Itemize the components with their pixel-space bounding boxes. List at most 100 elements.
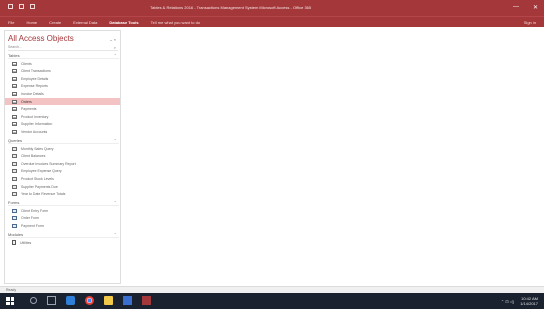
collapse-chevron-icon[interactable]: ⌃: [114, 138, 117, 143]
nav-item-label: Employee Expense Query: [21, 169, 62, 174]
query-icon: [12, 154, 17, 159]
windows-logo-icon: [6, 297, 10, 301]
save-icon[interactable]: [8, 4, 13, 9]
edge-icon[interactable]: [66, 296, 75, 305]
search-icon[interactable]: [30, 297, 37, 304]
nav-item[interactable]: Supplier Information: [5, 121, 120, 128]
table-icon: [12, 129, 17, 134]
search-icon[interactable]: ⌕: [114, 45, 116, 50]
nav-group-label: Modules: [8, 232, 24, 237]
nav-item[interactable]: Order Form: [5, 215, 120, 222]
chrome-icon[interactable]: [85, 296, 94, 305]
search-placeholder: Search...: [8, 45, 23, 49]
task-view-icon[interactable]: [47, 296, 56, 305]
collapse-chevron-icon[interactable]: ⌃: [114, 200, 117, 205]
nav-item[interactable]: Orders: [5, 98, 120, 105]
nav-item[interactable]: Employee Expense Query: [5, 168, 120, 175]
collapse-chevron-icon[interactable]: ⌃: [114, 53, 117, 58]
table-icon: [12, 61, 17, 66]
nav-item-label: Payment Form: [21, 223, 44, 228]
table-icon: [12, 114, 17, 119]
collapse-chevron-icon[interactable]: ⌃: [114, 232, 117, 237]
quick-access-toolbar: [8, 4, 35, 9]
taskbar: ⌃ ⊡ ◁) 10:42 AM 1/14/2017: [0, 293, 544, 309]
nav-item[interactable]: Payment Form: [5, 222, 120, 229]
nav-item[interactable]: Payments: [5, 106, 120, 113]
nav-item[interactable]: Product Stock Levels: [5, 175, 120, 182]
nav-item-label: Client Balances: [21, 154, 46, 159]
nav-item-label: Year to Date Revenue Totals: [21, 192, 66, 197]
file-explorer-icon[interactable]: [104, 296, 113, 305]
minimize-button[interactable]: —: [513, 4, 519, 11]
start-button[interactable]: [6, 297, 14, 305]
query-icon: [12, 176, 17, 181]
system-tray: ⌃ ⊡ ◁) 10:42 AM 1/14/2017: [501, 296, 538, 306]
nav-item[interactable]: Invoice Details: [5, 90, 120, 97]
customize-toolbar-icon[interactable]: [30, 4, 35, 9]
nav-item-label: Orders: [21, 99, 32, 104]
nav-item[interactable]: Employee Details: [5, 75, 120, 82]
nav-item-label: Client Entry Form: [21, 208, 49, 213]
ribbon-tab[interactable]: Database Tools: [109, 20, 138, 25]
nav-item[interactable]: Product Inventory: [5, 113, 120, 120]
nav-item[interactable]: Monthly Sales Query: [5, 145, 120, 152]
title-bar: Tables & Relations 2016 - Transactions M…: [0, 0, 544, 16]
nav-item[interactable]: Vendor Accounts: [5, 128, 120, 135]
nav-item-label: Utilities: [20, 240, 32, 245]
nav-item[interactable]: Supplier Payments Due: [5, 183, 120, 190]
table-icon: [12, 91, 17, 96]
ribbon-tab[interactable]: Home: [26, 20, 37, 25]
nav-group-tables[interactable]: Tables ⌃: [8, 53, 119, 59]
nav-item[interactable]: Utilities: [5, 239, 120, 246]
nav-item[interactable]: Clients: [5, 60, 120, 67]
ribbon-tab[interactable]: Tell me what you want to do: [151, 20, 200, 25]
table-icon: [12, 99, 17, 104]
nav-pane-title[interactable]: All Access Objects: [8, 34, 74, 43]
status-bar: Ready: [0, 286, 544, 293]
nav-item-label: Invoice Details: [21, 91, 44, 96]
sign-in-link[interactable]: Sign in: [524, 20, 536, 25]
nav-item[interactable]: Expense Reports: [5, 83, 120, 90]
access-icon[interactable]: [142, 296, 151, 305]
nav-item-label: Expense Reports: [21, 84, 48, 89]
status-text: Ready: [6, 288, 17, 292]
form-icon: [12, 223, 17, 228]
query-icon: [12, 184, 17, 189]
store-icon[interactable]: [123, 296, 132, 305]
ribbon: File Home Create External Data Database Tool…: [0, 16, 544, 27]
query-icon: [12, 146, 17, 151]
clock[interactable]: 10:42 AM 1/14/2017: [520, 296, 538, 306]
nav-item-label: Supplier Payments Due: [21, 184, 58, 189]
table-icon: [12, 76, 17, 81]
table-icon: [12, 107, 17, 112]
nav-item[interactable]: Client Entry Form: [5, 207, 120, 214]
nav-group-label: Forms: [8, 200, 20, 206]
nav-item-label: Supplier Information: [21, 122, 53, 127]
form-icon: [12, 208, 17, 213]
nav-group-modules[interactable]: Modules ⌃: [8, 232, 119, 238]
nav-item[interactable]: Client Balances: [5, 153, 120, 160]
ribbon-tab[interactable]: File: [8, 20, 14, 25]
clock-date: 1/14/2017: [520, 301, 538, 306]
nav-item[interactable]: Overdue Invoices Summary Report: [5, 160, 120, 167]
nav-group-label: Queries: [8, 138, 23, 143]
nav-item-label: Payments: [21, 107, 37, 112]
ribbon-tab[interactable]: Create: [49, 20, 61, 25]
table-icon: [12, 69, 17, 74]
nav-item-label: Product Stock Levels: [21, 176, 54, 181]
query-icon: [12, 169, 17, 174]
nav-item-label: Order Form: [21, 216, 40, 221]
nav-group-forms[interactable]: Forms ⌃: [8, 200, 119, 207]
ribbon-tab[interactable]: External Data: [73, 20, 97, 25]
nav-search-input[interactable]: Search... ⌕: [8, 45, 118, 51]
nav-group-queries[interactable]: Queries ⌃: [8, 138, 119, 144]
nav-item-label: Monthly Sales Query: [21, 146, 54, 151]
tray-icons[interactable]: ⌃ ⊡ ◁): [501, 299, 514, 304]
nav-item[interactable]: Client Transactions: [5, 68, 120, 75]
nav-pane-controls[interactable]: ⌄ «: [109, 37, 116, 42]
close-button[interactable]: ✕: [533, 4, 538, 11]
window-title: Tables & Relations 2016 - Transactions M…: [150, 5, 312, 10]
nav-item[interactable]: Year to Date Revenue Totals: [5, 191, 120, 198]
undo-icon[interactable]: [19, 4, 24, 9]
nav-group-label: Tables: [8, 53, 20, 58]
